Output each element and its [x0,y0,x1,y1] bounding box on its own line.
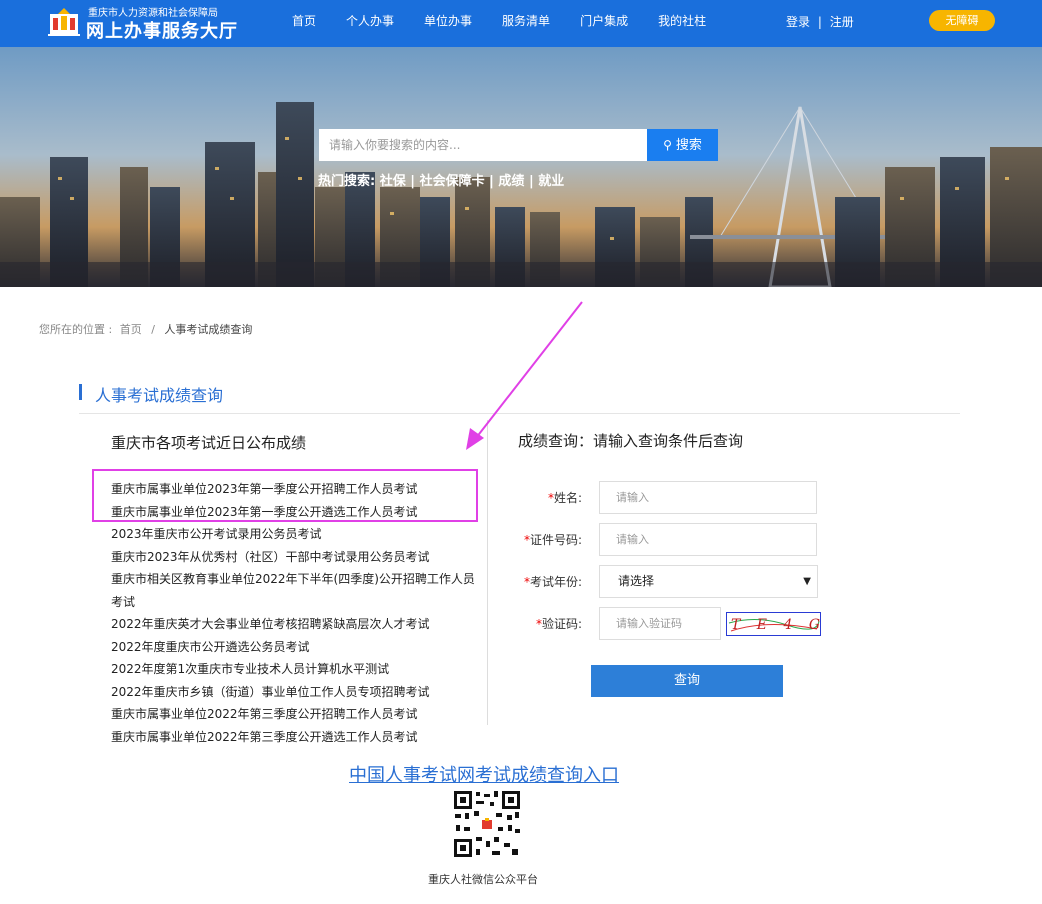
name-field[interactable]: 请输入 [599,481,817,514]
breadcrumb-current: 人事考试成绩查询 [164,323,253,336]
captcha-field[interactable]: 请输入验证码 [599,607,721,640]
query-form-title: 成绩查询：请输入查询条件后查询 [518,432,744,450]
portal-link[interactable]: 中国人事考试网考试成绩查询入口 [349,761,619,787]
section-divider [79,413,960,414]
section-title: 人事考试成绩查询 [95,386,224,405]
query-button[interactable]: 查询 [591,665,783,697]
exam-year-value: 请选择 [618,574,655,588]
exam-link[interactable]: 2022年度第1次重庆市专业技术人员计算机水平测试 [111,658,486,681]
hot-item-card[interactable]: 社会保障卡 [420,174,485,189]
captcha-icon: T E 4 G [728,617,820,633]
auth-separator: | [817,15,822,29]
qr-code-icon [452,789,522,859]
auth-links: 登录 | 注册 [786,13,854,30]
hot-item-score[interactable]: 成绩 [498,174,524,189]
logo-icon [48,8,80,36]
hot-sep: | [410,174,416,189]
id-label-text: 证件号码: [529,533,582,547]
breadcrumb-sep: / [151,323,155,336]
captcha-label-text: 验证码: [541,617,582,631]
exam-link[interactable]: 2022年度重庆市公开遴选公务员考试 [111,636,486,659]
register-link[interactable]: 注册 [830,15,854,29]
qr-caption: 重庆人社微信公众平台 [428,873,538,886]
breadcrumb-prefix: 您所在的位置 : [39,323,113,336]
year-label: *考试年份: [482,573,582,590]
highlight-box [92,469,478,522]
captcha-image[interactable]: T E 4 G [726,612,821,636]
recent-results-title: 重庆市各项考试近日公布成绩 [111,434,307,452]
exam-link[interactable]: 重庆市相关区教育事业单位2022年下半年(四季度)公开招聘工作人员考试 [111,568,486,613]
exam-link[interactable]: 2022年重庆英才大会事业单位考核招聘紧缺高层次人才考试 [111,613,486,636]
breadcrumb: 您所在的位置 : 首页 / 人事考试成绩查询 [39,321,252,337]
nav-organization[interactable]: 单位办事 [414,0,482,47]
exam-link[interactable]: 重庆市属事业单位2022年第三季度公开遴选工作人员考试 [111,726,486,749]
name-label-text: 姓名: [553,491,582,505]
skyline-image [0,47,1042,287]
top-header: 重庆市人力资源和社会保障局 网上办事服务大厅 首页 个人办事 单位办事 服务清单… [0,0,1042,47]
login-link[interactable]: 登录 [786,15,810,29]
main-nav: 首页 个人办事 单位办事 服务清单 门户集成 我的社柱 [282,0,726,47]
section-marker [79,384,82,400]
id-number-field[interactable]: 请输入 [599,523,817,556]
name-label: *姓名: [482,489,582,506]
nav-home[interactable]: 首页 [282,0,326,47]
breadcrumb-home[interactable]: 首页 [120,323,142,336]
hot-search-label: 热门搜索: [318,174,376,189]
accessibility-button[interactable]: 无障碍 [929,10,995,31]
exam-link[interactable]: 重庆市2023年从优秀村（社区）干部中考试录用公务员考试 [111,546,486,569]
nav-service-list[interactable]: 服务清单 [492,0,560,47]
exam-link[interactable]: 重庆市属事业单位2022年第三季度公开招聘工作人员考试 [111,703,486,726]
nav-personal[interactable]: 个人办事 [336,0,404,47]
site-title[interactable]: 网上办事服务大厅 [86,17,238,43]
hot-search: 热门搜索: 社保 | 社会保障卡 | 成绩 | 就业 [318,170,564,189]
chevron-down-icon: ▼ [803,576,811,587]
city-banner: 请输入你要搜索的内容... ⚲ 搜索 热门搜索: 社保 | 社会保障卡 | 成绩 … [0,47,1042,287]
search-button-label: 搜索 [675,138,702,153]
nav-my-social[interactable]: 我的社柱 [648,0,716,47]
nav-portal[interactable]: 门户集成 [570,0,638,47]
exam-link[interactable]: 2023年重庆市公开考试录用公务员考试 [111,523,486,546]
captcha-text: T E 4 G [731,617,820,633]
search-button[interactable]: ⚲ 搜索 [647,129,718,161]
captcha-label: *验证码: [482,615,582,632]
search-icon: ⚲ [663,138,672,152]
hot-item-social[interactable]: 社保 [380,174,406,189]
year-label-text: 考试年份: [529,575,582,589]
hot-sep: | [489,174,494,189]
hot-sep: | [528,174,534,189]
exam-year-select[interactable]: 请选择 ▼ [599,565,818,598]
hot-item-employment[interactable]: 就业 [538,174,564,189]
exam-link[interactable]: 2022年重庆市乡镇（街道）事业单位工作人员专项招聘考试 [111,681,486,704]
id-label: *证件号码: [482,531,582,548]
search-input[interactable]: 请输入你要搜索的内容... [319,129,647,161]
